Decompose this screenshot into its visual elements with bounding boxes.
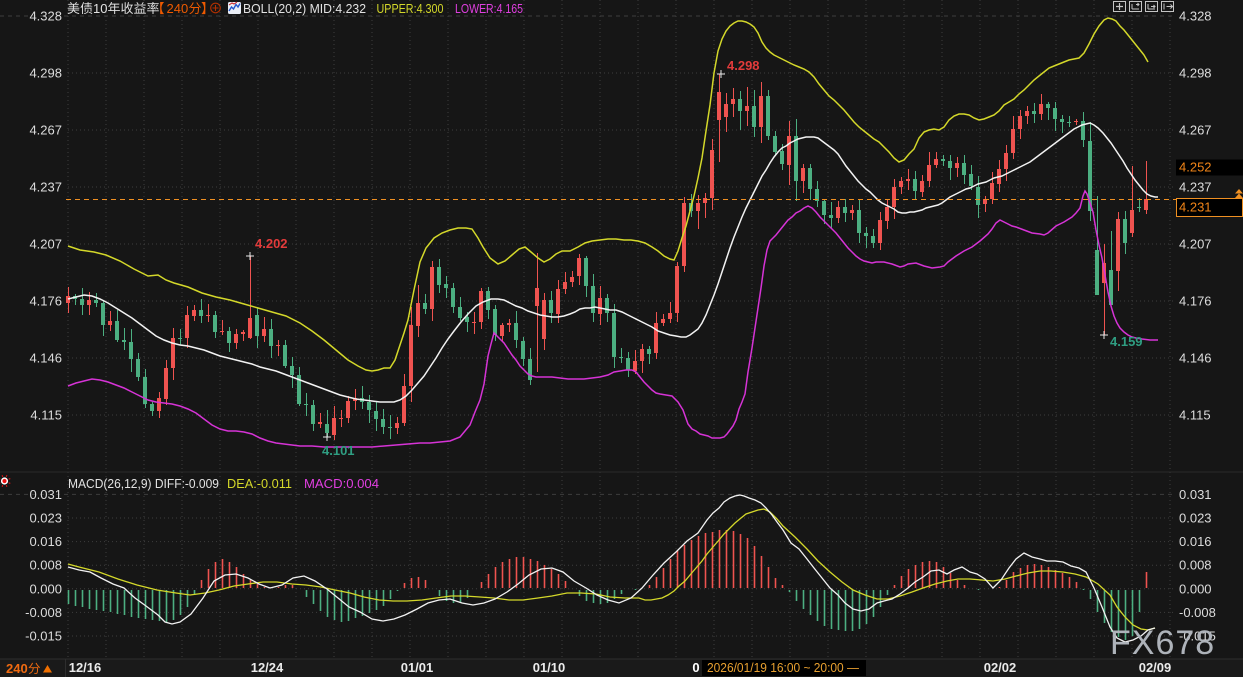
svg-text:4.298: 4.298 xyxy=(1179,66,1212,81)
svg-text:0.023: 0.023 xyxy=(1179,511,1212,526)
svg-text:4.267: 4.267 xyxy=(1179,123,1212,138)
svg-text:UPPER:4.300: UPPER:4.300 xyxy=(377,1,444,16)
svg-text:4.101: 4.101 xyxy=(322,443,355,458)
svg-text:4.176: 4.176 xyxy=(29,294,62,309)
svg-text:4.207: 4.207 xyxy=(1179,237,1212,252)
svg-text:4.207: 4.207 xyxy=(29,237,62,252)
svg-text:4.202: 4.202 xyxy=(255,236,288,251)
svg-text:MACD(26,12,9) DIFF:-0.009: MACD(26,12,9) DIFF:-0.009 xyxy=(68,476,219,491)
svg-text:2026/01/19 16:00 ~ 20:00 —: 2026/01/19 16:00 ~ 20:00 — xyxy=(707,661,859,675)
svg-text:0.016: 0.016 xyxy=(29,534,62,549)
svg-text:4.115: 4.115 xyxy=(30,408,62,423)
svg-text:01/01: 01/01 xyxy=(401,660,434,675)
svg-text:MACD:0.004: MACD:0.004 xyxy=(304,476,379,491)
svg-text:0.031: 0.031 xyxy=(1179,487,1212,502)
svg-text:240: 240 xyxy=(167,1,189,16)
svg-text:LOWER:4.165: LOWER:4.165 xyxy=(455,1,523,16)
svg-text:4.146: 4.146 xyxy=(1179,351,1212,366)
svg-text:240: 240 xyxy=(6,661,28,676)
svg-text:02/09: 02/09 xyxy=(1139,660,1172,675)
svg-text:4.298: 4.298 xyxy=(727,58,760,73)
svg-text:-0.015: -0.015 xyxy=(25,629,62,644)
svg-text:4.231: 4.231 xyxy=(1179,200,1212,215)
svg-text:4.328: 4.328 xyxy=(29,9,62,24)
svg-text:4.159: 4.159 xyxy=(1110,334,1143,349)
svg-text:-0.008: -0.008 xyxy=(25,605,62,620)
svg-text:4.146: 4.146 xyxy=(29,351,62,366)
svg-text:02/02: 02/02 xyxy=(984,660,1017,675)
svg-text:FX678: FX678 xyxy=(1110,624,1215,662)
svg-text:4.298: 4.298 xyxy=(29,66,62,81)
svg-text:0.008: 0.008 xyxy=(1179,558,1212,573)
svg-text:0.000: 0.000 xyxy=(1179,581,1212,596)
svg-text:4.237: 4.237 xyxy=(1179,180,1212,195)
svg-text:12/24: 12/24 xyxy=(251,660,284,675)
svg-text:BOLL(20,2) MID:4.232: BOLL(20,2) MID:4.232 xyxy=(243,1,366,16)
svg-text:0: 0 xyxy=(692,660,699,675)
svg-text:4.237: 4.237 xyxy=(29,180,62,195)
svg-text:0.023: 0.023 xyxy=(29,511,62,526)
svg-text:0.016: 0.016 xyxy=(1179,534,1212,549)
svg-text:4.267: 4.267 xyxy=(29,123,62,138)
svg-text:0.031: 0.031 xyxy=(29,487,62,502)
svg-text:4.115: 4.115 xyxy=(1179,408,1211,423)
svg-text:-0.008: -0.008 xyxy=(1179,605,1216,620)
svg-text:DEA:-0.011: DEA:-0.011 xyxy=(227,476,292,491)
svg-text:01/10: 01/10 xyxy=(533,660,566,675)
svg-text:4.252: 4.252 xyxy=(1179,160,1212,175)
svg-text:0.000: 0.000 xyxy=(29,581,62,596)
svg-text:12/16: 12/16 xyxy=(69,660,102,675)
svg-text:4.176: 4.176 xyxy=(1179,294,1212,309)
svg-text:10: 10 xyxy=(93,1,107,16)
svg-text:0.008: 0.008 xyxy=(29,558,62,573)
svg-text:4.328: 4.328 xyxy=(1179,9,1212,24)
